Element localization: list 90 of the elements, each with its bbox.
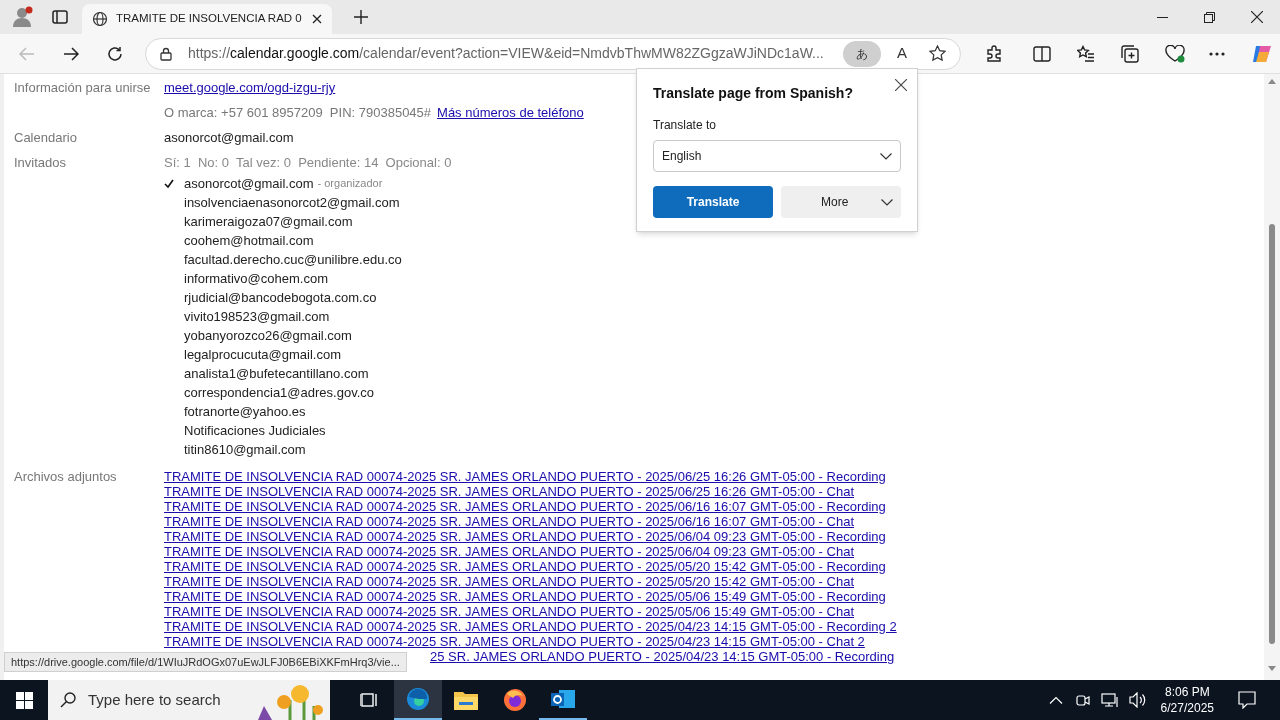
meet-now-icon[interactable] [1074,692,1091,708]
notifications-icon[interactable] [1238,691,1256,709]
globe-icon [92,11,108,27]
more-phones-link[interactable]: Más números de teléfono [437,103,584,122]
tab-title: TRAMITE DE INSOLVENCIA RAD 0 [116,11,302,27]
favorite-star-icon[interactable] [929,45,946,62]
guest-email: vivito198523@gmail.com [184,308,330,326]
guest-email: asonorcot@gmail.com [184,175,314,193]
edge-taskbar-button[interactable] [394,680,442,720]
translate-button[interactable]: Translate [653,186,773,218]
attachment-link[interactable]: TRAMITE DE INSOLVENCIA RAD 00074-2025 SR. JAMES ORLANDO PUERTO - 2025/05/06 15:49 GMT-05:00 - Chat [164,604,854,619]
address-bar[interactable]: https://calendar.google.com/calendar/event?action=VIEW&eid=NmdvbThwMW82ZGgzaWJiNDc1aW... あ A [145,37,961,70]
favorites-icon[interactable] [1077,44,1095,63]
dropdown-value: English [662,148,702,165]
guest-email: rjudicial@bancodebogota.com.co [184,289,377,307]
attachment-link[interactable]: TRAMITE DE INSOLVENCIA RAD 00074-2025 SR. JAMES ORLANDO PUERTO - 2025/05/20 15:42 GMT-05:00 - Recording [164,559,886,574]
clock-time[interactable]: 8:06 PM [1164,684,1210,700]
search-icon [60,692,76,708]
scroll-up-icon[interactable] [1268,78,1276,84]
meet-link[interactable]: meet.google.com/ogd-izgu-rjy [164,78,584,97]
forward-icon[interactable] [63,45,79,62]
chevron-down-icon [881,198,893,206]
attachment-link[interactable]: TRAMITE DE INSOLVENCIA RAD 00074-2025 SR. JAMES ORLANDO PUERTO - 2025/04/23 14:15 GMT-05:00 - Chat 2 [164,634,865,649]
close-icon[interactable] [312,14,322,24]
split-screen-icon[interactable] [1033,44,1051,63]
dial-in-text: O marca: +57 601 8957209 PIN: 790385045# [164,104,432,122]
chevron-down-icon [880,152,892,160]
guest-email: insolvenciaenasonorcot2@gmail.com [184,194,400,212]
guest-email: correspondencia1@adres.gov.co [184,384,374,402]
tab-actions-icon[interactable] [52,9,68,25]
chevron-up-icon[interactable] [1048,696,1063,704]
volume-icon[interactable] [1128,692,1147,708]
more-icon[interactable] [1209,51,1225,56]
field-label: Invitados [14,154,68,172]
browser-tab[interactable]: TRAMITE DE INSOLVENCIA RAD 0 [82,4,332,34]
profile-icon[interactable] [12,6,34,28]
edge-logo-icon [406,687,430,711]
guest-email: coohem@hotmail.com [184,232,314,250]
refresh-icon[interactable] [107,45,123,62]
guest-email: yobanyorozco26@gmail.com [184,327,352,345]
heart-pulse-icon[interactable] [1165,44,1185,63]
attachment-link[interactable]: TRAMITE DE INSOLVENCIA RAD 00074-2025 SR. JAMES ORLANDO PUERTO - 2025/05/06 15:49 GMT-05:00 - Recording [164,589,886,604]
outlook-icon [551,688,575,710]
rsvp-summary: Sí: 1 No: 0 Tal vez: 0 Pendiente: 14 Opcional: 0 [164,154,452,172]
popup-title: Translate page from Spanish? [653,84,854,103]
attachment-link[interactable]: TRAMITE DE INSOLVENCIA RAD 00074-2025 SR. JAMES ORLANDO PUERTO - 2025/04/23 14:15 GMT-05:00 - Recording 2 [164,619,897,634]
url-text: https://calendar.google.com/calendar/event?action=VIEW&eid=NmdvbThwMW82ZGgzaWJiNDc1aW... [188,44,824,63]
attachment-link[interactable]: TRAMITE DE INSOLVENCIA RAD 00074-2025 SR. JAMES ORLANDO PUERTO - 2025/06/25 16:26 GMT-05:00 - Chat [164,484,854,499]
restore-icon[interactable] [1204,11,1215,23]
clock-date[interactable]: 6/27/2025 [1160,700,1214,716]
guest-role: - organizador [317,176,383,191]
firefox-icon[interactable] [503,688,527,712]
windows-start-icon[interactable] [16,691,33,709]
calendar-owner: asonorcot@gmail.com [164,129,294,147]
field-label: Calendario [14,129,78,147]
close-icon[interactable] [895,79,907,91]
guest-email: fotranorte@yahoo.es [184,403,306,421]
collections-icon[interactable] [1121,44,1139,63]
attachment-link[interactable]: TRAMITE DE INSOLVENCIA RAD 00074-2025 SR. JAMES ORLANDO PUERTO - 2025/06/16 16:07 GMT-05:00 - Chat [164,514,854,529]
attachment-link[interactable]: TRAMITE DE INSOLVENCIA RAD 00074-2025 SR. JAMES ORLANDO PUERTO - 2025/05/20 15:42 GMT-05:00 - Chat [164,574,854,589]
network-icon[interactable] [1100,692,1119,708]
attachment-link[interactable]: TRAMITE DE INSOLVENCIA RAD 00074-2025 SR. JAMES ORLANDO PUERTO - 2025/06/16 16:07 GMT-05:00 - Recording [164,499,886,514]
field-label: Translate to [653,117,717,134]
task-view-icon[interactable] [360,691,378,709]
guest-email: informativo@cohem.com [184,270,328,288]
guest-email: analista1@bufetecantillano.com [184,365,369,383]
guest-email: karimeraigoza07@gmail.com [184,213,353,231]
guest-email: legalprocucuta@gmail.com [184,346,341,364]
folder-icon[interactable] [454,690,478,710]
field-label: Información para unirse [14,79,152,97]
attachment-link[interactable]: TRAMITE DE INSOLVENCIA RAD 00074-2025 SR. JAMES ORLANDO PUERTO - 2025/06/04 09:23 GMT-05:00 - Chat [164,544,854,559]
language-dropdown[interactable]: English [653,140,901,172]
guest-email: facultad.derecho.cuc@unilibre.edu.co [184,251,402,269]
guest-email: titin8610@gmail.com [184,441,306,459]
attachment-link[interactable]: TRAMITE DE INSOLVENCIA RAD 00074-2025 SR. JAMES ORLANDO PUERTO - 2025/06/04 09:23 GMT-05:00 - Recording [164,529,886,544]
scrollbar-thumb[interactable] [1269,224,1275,644]
guest-email: Notificaciones Judiciales [184,422,326,440]
attachment-link[interactable]: 25 SR. JAMES ORLANDO PUERTO - 2025/04/23 14:15 GMT-05:00 - Recording [430,649,895,664]
scroll-down-icon[interactable] [1268,666,1276,672]
status-url-tooltip: https://drive.google.com/file/d/1WIuJRdOGx07uEwJLFJ0B6EBiXKFmHrq3/vie... [4,652,407,672]
more-button[interactable]: More [781,186,901,218]
lock-icon [160,46,172,61]
extensions-icon[interactable] [985,44,1003,63]
read-aloud-button[interactable]: A [897,42,907,65]
close-icon[interactable] [1251,11,1263,23]
search-placeholder: Type here to search [88,689,221,710]
new-tab-icon[interactable] [354,10,368,24]
taskbar-search-field[interactable]: Type here to search [48,680,330,720]
attachment-link[interactable]: TRAMITE DE INSOLVENCIA RAD 00074-2025 SR. JAMES ORLANDO PUERTO - 2025/06/25 16:26 GMT-05:00 - Recording [164,469,886,484]
translate-button[interactable]: あ [843,40,881,67]
